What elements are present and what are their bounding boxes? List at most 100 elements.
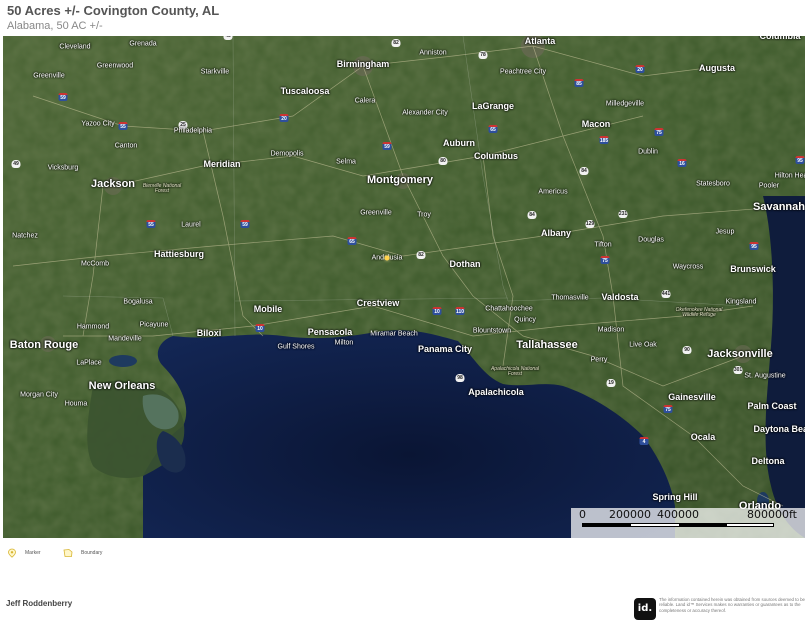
highway-shield: 59: [58, 93, 68, 101]
city-label-demopolis: Demopolis: [270, 150, 304, 158]
highway-shield: 59: [240, 220, 250, 228]
city-label-new-orleans: New Orleans: [88, 380, 156, 392]
city-label-troy: Troy: [417, 211, 431, 219]
highway-shield: 84: [579, 167, 589, 175]
city-label-ocala: Ocala: [690, 432, 716, 442]
highway-shield: 129: [585, 220, 595, 228]
highway-shield: 90: [682, 346, 692, 354]
land-id-logo: id.: [634, 598, 656, 620]
highway-shield: 82: [391, 39, 401, 47]
highway-shield: 49: [11, 160, 21, 168]
highway-shield: 55: [118, 122, 128, 130]
highway-shield: 80: [438, 157, 448, 165]
city-label-tuscaloosa: Tuscaloosa: [280, 86, 330, 96]
city-label-grenada: Grenada: [129, 40, 157, 48]
city-label-greenville: Greenville: [33, 72, 65, 80]
city-label-tallahassee: Tallahassee: [516, 339, 578, 351]
city-label-baton-rouge: Baton Rouge: [9, 339, 79, 351]
city-label-chattahoochee: Chattahoochee: [485, 305, 533, 313]
satellite-map[interactable]: 45 82 78 59 20 85 25 20 55 59 65 185 75 16 80 95 49 84 59 5…: [3, 36, 805, 538]
legend-item-marker: Marker: [7, 548, 41, 558]
city-label-picayune: Picayune: [139, 321, 169, 329]
city-label-cleveland: Cleveland: [59, 43, 91, 51]
city-label-atlanta: Atlanta: [524, 36, 556, 46]
header: 50 Acres +/- Covington County, AL Alabam…: [7, 3, 219, 33]
city-label-yazoo-city: Yazoo City: [81, 120, 115, 128]
city-label-bogalusa: Bogalusa: [123, 298, 153, 306]
scale-tick-2: 400000: [657, 508, 699, 521]
highway-shield: 84: [527, 211, 537, 219]
city-label-canton: Canton: [114, 142, 138, 150]
city-label-milledgeville: Milledgeville: [605, 100, 645, 108]
city-label-columbus: Columbus: [474, 151, 518, 161]
city-label-st-augustine: St. Augustine: [744, 372, 786, 380]
city-label-starkville: Starkville: [200, 68, 230, 76]
city-label-mccomb: McComb: [80, 260, 110, 268]
city-label-gulf-shores: Gulf Shores: [277, 343, 315, 351]
city-label-hilton-head: Hilton Head: [774, 172, 805, 180]
page-title: 50 Acres +/- Covington County, AL: [7, 3, 220, 18]
map-scalebar: 0 200000 400000 800000ft: [571, 508, 805, 538]
city-label-alexander-city: Alexander City: [402, 109, 448, 117]
highway-shield: 75: [663, 405, 673, 413]
city-label-savannah: Savannah: [753, 201, 805, 213]
property-marker-icon[interactable]: [384, 255, 390, 261]
city-label-greenville: Greenville: [360, 209, 392, 217]
city-label-philadelphia: Philadelphia: [173, 127, 213, 135]
highway-shield: 20: [635, 65, 645, 73]
scale-bar: [582, 523, 774, 527]
city-label-macon: Macon: [581, 119, 611, 129]
city-label-live-oak: Live Oak: [629, 341, 657, 349]
highway-shield: 65: [488, 125, 498, 133]
city-label-tifton: Tifton: [594, 241, 612, 249]
city-label-thomasville: Thomasville: [551, 294, 589, 302]
city-label-miramar-beach: Miramar Beach: [370, 330, 418, 338]
city-label-jesup: Jesup: [715, 228, 735, 236]
highway-shield: 95: [749, 242, 759, 250]
city-label-birmingham: Birmingham: [336, 59, 390, 69]
city-label-lagrange: LaGrange: [471, 101, 515, 111]
boundary-polygon-icon: [63, 549, 73, 557]
city-label-gainesville: Gainesville: [668, 392, 716, 402]
highway-shield: 301: [733, 366, 743, 374]
city-label-hattiesburg: Hattiesburg: [153, 249, 205, 259]
disclaimer-text: The information contained herein was obt…: [659, 597, 805, 613]
highway-shield: 19: [606, 379, 616, 387]
highway-shield: 231: [618, 210, 628, 218]
city-label-douglas: Douglas: [638, 236, 664, 244]
city-label-crestview: Crestview: [356, 298, 400, 308]
city-label-calera: Calera: [354, 97, 376, 105]
highway-shield: 75: [654, 128, 664, 136]
page-subtitle: Alabama, 50 AC +/-: [7, 20, 103, 32]
highway-shield: 65: [347, 237, 357, 245]
highway-shield: 10: [432, 307, 442, 315]
legend-label-boundary: Boundary: [81, 550, 103, 556]
scale-bar-segment: [583, 524, 631, 526]
city-label-morgan-city: Morgan City: [20, 391, 58, 399]
city-label-dublin: Dublin: [638, 148, 658, 156]
city-label-dothan: Dothan: [449, 259, 481, 269]
scale-tick-1: 200000: [609, 508, 651, 521]
city-label-pensacola: Pensacola: [307, 327, 353, 337]
city-label-quincy: Quincy: [514, 316, 536, 324]
city-label-perry: Perry: [590, 356, 608, 364]
city-label-vicksburg: Vicksburg: [47, 164, 79, 172]
city-label-panama-city: Panama City: [417, 344, 473, 354]
city-label-brunswick: Brunswick: [730, 264, 776, 274]
park-label: Okefenokee National Wildlife Refuge: [675, 307, 723, 318]
city-label-laurel: Laurel: [181, 221, 201, 229]
city-label-waycross: Waycross: [672, 263, 704, 271]
highway-shield: 75: [600, 256, 610, 264]
park-label: Bienville National Forest: [142, 183, 182, 194]
city-label-albany: Albany: [540, 228, 572, 238]
scale-tick-0: 0: [579, 508, 586, 521]
city-label-augusta: Augusta: [699, 63, 735, 73]
city-label-valdosta: Valdosta: [601, 292, 639, 302]
city-label-peachtree-city: Peachtree City: [500, 68, 546, 76]
park-label: Apalachicola National Forest: [490, 366, 540, 377]
highway-shield: 16: [677, 159, 687, 167]
city-label-mandeville: Mandeville: [108, 335, 142, 343]
city-label-auburn: Auburn: [443, 138, 475, 148]
city-label-anniston: Anniston: [419, 49, 447, 57]
highway-shield: 20: [279, 114, 289, 122]
